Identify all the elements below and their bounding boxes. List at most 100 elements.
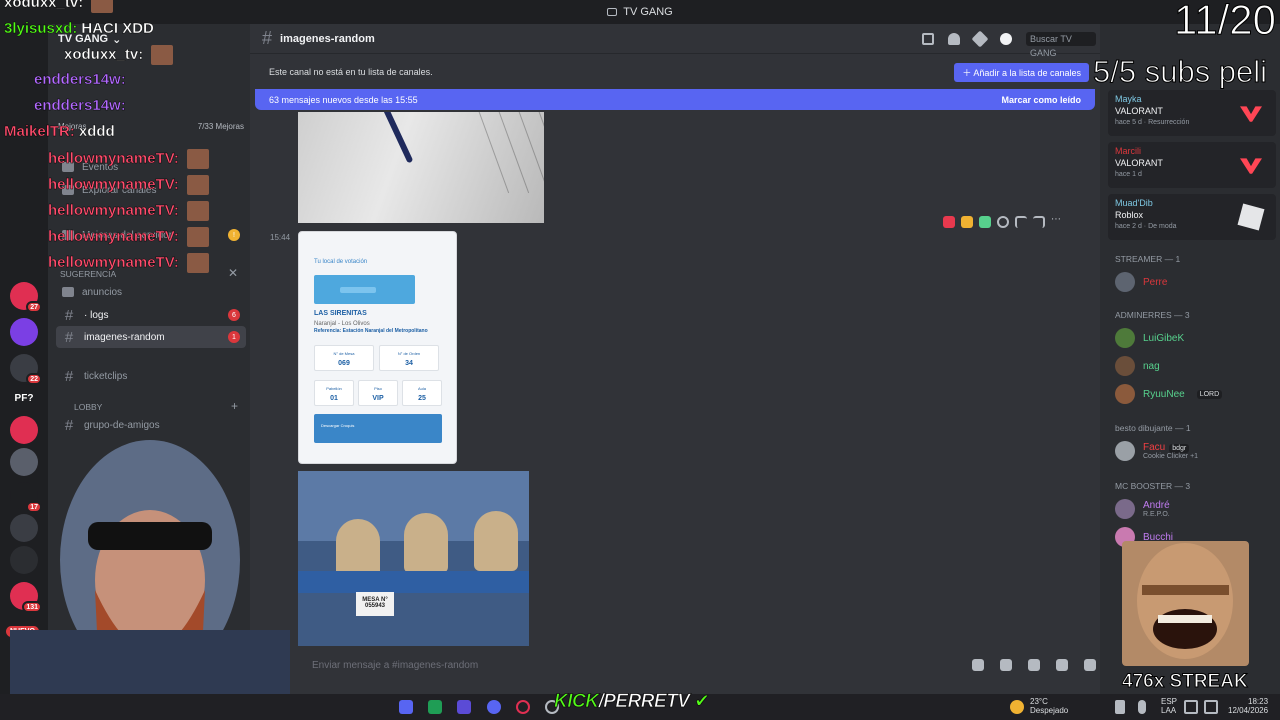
brand-kick: KICK xyxy=(554,691,600,713)
hash-icon: # xyxy=(64,306,74,324)
attachment-image-ballot[interactable] xyxy=(298,112,544,223)
member-item[interactable]: André R.E.P.O. xyxy=(1115,499,1275,519)
activity-card[interactable]: Muad'Dib Roblox hace 2 d · De moda xyxy=(1108,194,1276,240)
boost-count: 7/33 Mejoras xyxy=(197,122,244,131)
stream-screen: TV GANG 27 22 PF? 17 131 NUEVO TV GANG ⌄… xyxy=(0,0,1280,720)
gift-icon[interactable] xyxy=(972,659,984,671)
emoji-reaction-icon[interactable] xyxy=(961,216,973,228)
microphone-icon[interactable] xyxy=(1138,700,1146,714)
network-icon[interactable] xyxy=(1184,700,1198,714)
app-icon[interactable] xyxy=(516,700,530,714)
stream-counter: 11/20 xyxy=(1174,0,1277,44)
channel-notice: Este canal no está en tu lista de canale… xyxy=(255,60,1095,84)
member-item[interactable]: Perre xyxy=(1115,272,1275,292)
channel-logs[interactable]: # · logs 6 xyxy=(56,304,246,326)
overlay-chat-line: 3lyisusxd: HACI XDD xyxy=(4,20,154,37)
lang-code: ESP xyxy=(1161,697,1178,706)
activity-card[interactable]: Mayka VALORANT hace 5 d · Resurrección xyxy=(1108,90,1276,136)
composer-tools xyxy=(972,659,1096,671)
new-messages-text: 63 mensajes nuevos desde las 15:55 xyxy=(269,94,418,105)
check-reaction-icon[interactable] xyxy=(979,216,991,228)
chat-header: # imagenes-random Buscar TV GANG xyxy=(250,24,1100,58)
attachment-image-mesa[interactable]: MESA N° 055943 xyxy=(298,471,529,646)
overlay-chat-line: hellowmynameTV: xyxy=(48,253,209,273)
channel-anuncios[interactable]: anuncios xyxy=(56,281,246,303)
new-messages-bar[interactable]: 63 mensajes nuevos desde las 15:55 Marca… xyxy=(255,89,1095,110)
card-reference: Referencia: Estación Naranjal del Metrop… xyxy=(314,328,428,334)
field-value: 25 xyxy=(418,395,426,402)
add-reaction-icon[interactable] xyxy=(997,216,1009,228)
header-toolbar: Buscar TV GANG xyxy=(922,30,1096,58)
reply-icon[interactable] xyxy=(1015,216,1027,228)
card-district: Naranjal - Los Olivos xyxy=(314,321,370,327)
apps-icon[interactable] xyxy=(1084,659,1096,671)
weather[interactable]: 23°C Despejado xyxy=(1030,697,1068,715)
member-group-label: besto dibujante — 1 xyxy=(1115,423,1191,433)
overlay-chat-line: xoduxx_tv: xyxy=(64,45,174,65)
avatar xyxy=(1115,356,1135,376)
megaphone-icon xyxy=(62,287,74,297)
pin-icon[interactable] xyxy=(971,30,989,48)
gif-icon[interactable] xyxy=(1000,659,1012,671)
download-croquis-button: Descargar Croquis xyxy=(314,414,442,443)
chevron-up-icon[interactable] xyxy=(1115,700,1125,714)
language-indicator[interactable]: ESP LAA xyxy=(1161,697,1177,715)
overlay-chat-line: hellowmynameTV: xyxy=(48,227,209,247)
message-composer[interactable]: Enviar mensaje a #imagenes-random xyxy=(312,653,1096,677)
chat-panel: # imagenes-random Buscar TV GANG Este ca… xyxy=(250,24,1100,694)
subs-goal: 5/5 subs peli xyxy=(1092,54,1268,90)
member-tag: bdgr xyxy=(1169,444,1190,453)
member-name: Perre xyxy=(1143,276,1168,288)
server-icon[interactable]: 22 xyxy=(10,354,42,385)
hash-icon: # xyxy=(262,28,273,48)
search-input[interactable]: Buscar TV GANG xyxy=(1026,32,1096,58)
member-text: Facu bdgr Cookie Clicker +1 xyxy=(1143,442,1198,460)
channel-label: anuncios xyxy=(82,286,123,298)
add-to-channel-list-button[interactable]: ＋ Añadir a la lista de canales xyxy=(954,63,1089,82)
composer-input[interactable]: Enviar mensaje a #imagenes-random xyxy=(312,660,478,671)
unread-count: 1 xyxy=(228,331,240,343)
member-item[interactable]: nag xyxy=(1115,356,1275,376)
activity-user: Marcili xyxy=(1115,146,1141,156)
activity-card[interactable]: Marcili VALORANT hace 1 d xyxy=(1108,142,1276,188)
member-name: nag xyxy=(1143,360,1160,372)
member-item[interactable]: Facu bdgr Cookie Clicker +1 xyxy=(1115,441,1275,461)
attachment-image-voting-card[interactable]: Tu local de votación LAS SIRENITAS Naran… xyxy=(298,231,457,464)
member-text: André R.E.P.O. xyxy=(1143,500,1170,518)
member-item[interactable]: RyuuNee LORD xyxy=(1115,384,1275,404)
field-value: VIP xyxy=(372,395,384,402)
overlay-chat-line: xoduxx_tv: xyxy=(4,0,114,13)
overlay-chat-line: endders14w: xyxy=(34,71,126,88)
heart-reaction-icon[interactable] xyxy=(943,216,955,228)
app-icon[interactable] xyxy=(428,700,442,714)
server-icon[interactable] xyxy=(10,318,38,346)
activity-game: Roblox xyxy=(1115,210,1144,220)
members-icon[interactable] xyxy=(1000,33,1012,45)
start-icon[interactable] xyxy=(399,700,413,714)
channel-imagenes-random[interactable]: # imagenes-random 1 xyxy=(56,326,246,348)
mark-read-button[interactable]: Marcar como leído xyxy=(1001,95,1081,105)
close-icon[interactable]: ✕ xyxy=(228,266,238,280)
webcam-overlay xyxy=(0,400,300,694)
channel-ticketclips[interactable]: # ticketclips xyxy=(56,365,246,387)
verified-icon: ✔ xyxy=(694,691,711,713)
emoji-icon[interactable] xyxy=(1056,659,1068,671)
activity-user: Mayka xyxy=(1115,94,1142,104)
overlay-chat-line: hellowmynameTV: xyxy=(48,149,209,169)
roblox-icon xyxy=(1237,203,1265,231)
avatar xyxy=(1115,499,1135,519)
discord-icon[interactable] xyxy=(487,700,501,714)
more-icon[interactable]: ⋯ xyxy=(1051,215,1063,228)
server-icon[interactable]: 27 xyxy=(10,282,42,313)
clock[interactable]: 18:23 12/04/2026 xyxy=(1228,697,1268,715)
app-icon[interactable] xyxy=(457,700,471,714)
volume-icon[interactable] xyxy=(1204,700,1218,714)
avatar xyxy=(1115,328,1135,348)
bell-icon[interactable] xyxy=(948,33,960,45)
card-field: Aula 25 xyxy=(402,380,442,406)
sticker-icon[interactable] xyxy=(1028,659,1040,671)
forward-icon[interactable] xyxy=(1033,216,1045,228)
threads-icon[interactable] xyxy=(922,33,934,45)
member-name: RyuuNee xyxy=(1143,388,1185,400)
member-item[interactable]: LuiGibeK xyxy=(1115,328,1275,348)
